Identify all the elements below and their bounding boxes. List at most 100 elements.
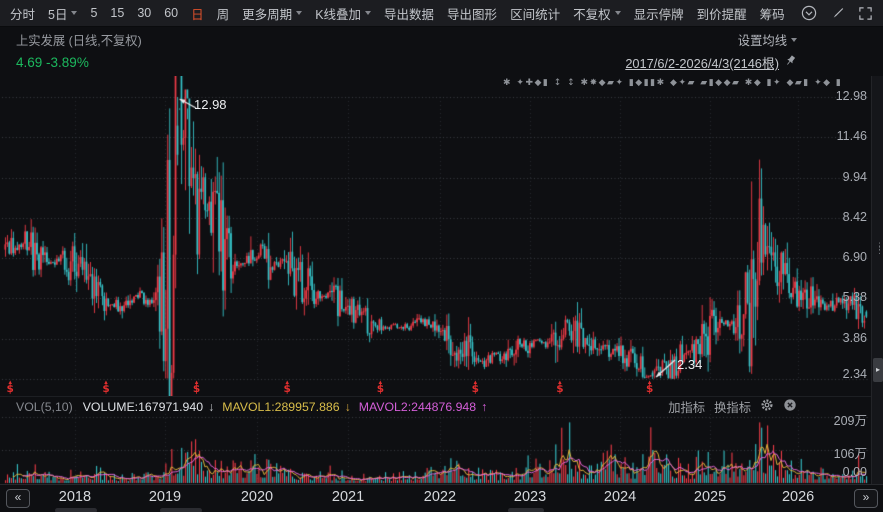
dividend-marker[interactable]: ▲$ xyxy=(643,381,657,394)
indicator-name: VOL(5,10) xyxy=(16,400,73,414)
price-change: 4.69 -3.89% xyxy=(16,55,89,70)
scroll-right-button[interactable]: » xyxy=(854,489,878,508)
price-axis-label: 12.98 xyxy=(836,89,867,103)
pin-icon[interactable] xyxy=(784,54,797,72)
scrollbar-thumb[interactable]: ▸ xyxy=(873,358,883,382)
close-circle-icon[interactable] xyxy=(783,398,797,415)
dividend-marker[interactable]: ▲$ xyxy=(280,381,294,394)
fullscreen-icon[interactable] xyxy=(858,6,873,21)
right-scrollbar[interactable]: ⋮⋮ ▸ xyxy=(871,76,883,484)
brush-icon[interactable] xyxy=(830,6,845,21)
last-price: 4.69 xyxy=(16,55,42,70)
cutoff-tab-stub xyxy=(55,508,97,512)
scroll-left-button[interactable]: « xyxy=(6,489,30,508)
chevron-down-icon xyxy=(71,11,77,15)
toolbar-item-导出数据[interactable]: 导出数据 xyxy=(384,4,434,23)
toolbar-icons xyxy=(801,5,873,21)
toolbar-item-60[interactable]: 60 xyxy=(164,6,178,20)
dividend-marker[interactable]: ▲$ xyxy=(373,381,387,394)
year-label: 2023 xyxy=(514,489,546,505)
dollar-icon: $ xyxy=(3,385,17,394)
chevron-down-icon xyxy=(791,38,797,42)
symbol-title: 上实发展 (日线,不复权) xyxy=(16,31,142,49)
toolbar-item-5日[interactable]: 5日 xyxy=(48,4,77,23)
change-percent: -3.89% xyxy=(46,55,89,70)
circle-chevron-down-icon[interactable] xyxy=(801,5,817,21)
info-row-title: 上实发展 (日线,不复权) 设置均线 xyxy=(16,31,797,49)
price-axis-label: 8.42 xyxy=(843,210,867,224)
toolbar-item-到价提醒[interactable]: 到价提醒 xyxy=(697,4,747,23)
toolbar-item-更多周期[interactable]: 更多周期 xyxy=(242,4,302,23)
year-label: 2021 xyxy=(332,489,364,505)
chevron-down-icon xyxy=(296,11,302,15)
mavol1-down-arrow: ↓ xyxy=(345,400,351,414)
chevron-down-icon xyxy=(365,11,371,15)
dollar-icon: $ xyxy=(643,385,657,394)
volume-chart-canvas[interactable] xyxy=(0,408,883,484)
dollar-icon: $ xyxy=(373,385,387,394)
date-range-link[interactable]: 2017/6/2-2026/4/3(2146根) xyxy=(625,53,779,72)
dividend-marker[interactable]: ▲$ xyxy=(99,381,113,394)
toolbar-item-显示停牌[interactable]: 显示停牌 xyxy=(634,4,684,23)
ma-settings-label: 设置均线 xyxy=(738,31,787,49)
toolbar-item-日[interactable]: 日 xyxy=(191,4,204,23)
toolbar-item-区间统计[interactable]: 区间统计 xyxy=(510,4,560,23)
chevron-down-icon xyxy=(615,11,621,15)
dividend-marker[interactable]: ▲$ xyxy=(468,381,482,394)
volume-down-arrow: ↓ xyxy=(208,400,214,414)
cutoff-tab-stub xyxy=(160,508,202,512)
dollar-icon: $ xyxy=(99,385,113,394)
toolbar-items: 分时 5日 5 15 30 60 日周更多周期 K线叠加导出数据导出图形区间统计不复权显示停牌… xyxy=(10,4,785,23)
price-axis-label: 2.34 xyxy=(843,367,867,381)
volume-axis-label: 0.00 xyxy=(843,465,867,479)
switch-indicator-button[interactable]: 换指标 xyxy=(714,398,751,416)
dollar-icon: $ xyxy=(468,385,482,394)
toolbar-item-K线叠加[interactable]: K线叠加 xyxy=(315,4,371,23)
year-label: 2022 xyxy=(424,489,456,505)
toolbar-item-30[interactable]: 30 xyxy=(137,6,151,20)
year-label: 2018 xyxy=(59,489,91,505)
info-row-price: 4.69 -3.89% 2017/6/2-2026/4/3(2146根) xyxy=(16,53,797,72)
scrollbar-grip-icon[interactable]: ⋮⋮ xyxy=(875,244,883,252)
toolbar-item-周[interactable]: 周 xyxy=(217,4,230,23)
date-range-wrap: 2017/6/2-2026/4/3(2146根) xyxy=(625,53,797,72)
toolbar-item-分时[interactable]: 分时 xyxy=(10,4,35,23)
toolbar-item-不复权[interactable]: 不复权 xyxy=(573,4,621,23)
volume-header: VOL(5,10) VOLUME:167971.940 ↓ MAVOL1:289… xyxy=(16,398,797,415)
dollar-icon: $ xyxy=(280,385,294,394)
price-axis-label: 6.90 xyxy=(843,250,867,264)
high-annotation: 12.98 xyxy=(194,97,227,112)
gear-icon[interactable] xyxy=(760,398,774,415)
year-label: 2024 xyxy=(604,489,636,505)
dividend-marker[interactable]: ▲$ xyxy=(190,381,204,394)
event-markers-row[interactable]: ✱ ✦✚◆▮ ↕ ↕ ✱✸◆▰✦ ▮◆▮▮✱ ◆✦▰ ▰▮◆◆▰ ✱◆ ▮✦ ◆… xyxy=(503,78,871,88)
volume-value: VOLUME:167971.940 xyxy=(83,400,203,414)
thumb-arrow-icon: ▸ xyxy=(876,365,880,374)
volume-header-actions: 加指标 换指标 xyxy=(668,398,797,416)
year-label: 2026 xyxy=(782,489,814,505)
mavol1-value: MAVOL1:289957.886 xyxy=(222,400,339,414)
add-indicator-button[interactable]: 加指标 xyxy=(668,398,705,416)
toolbar-item-筹码[interactable]: 筹码 xyxy=(760,4,785,23)
dollar-icon: $ xyxy=(190,385,204,394)
volume-axis-label: 106万 xyxy=(834,443,867,462)
price-axis-label: 3.86 xyxy=(843,331,867,345)
ma-settings-dropdown[interactable]: 设置均线 xyxy=(738,31,797,49)
year-label: 2020 xyxy=(241,489,273,505)
year-label: 2019 xyxy=(149,489,181,505)
mavol2-value: MAVOL2:244876.948 xyxy=(359,400,476,414)
price-axis-label: 5.38 xyxy=(843,290,867,304)
x-axis-bar: « » 2018 2019 2020 2021 2022 2023 2024 2025 2026 xyxy=(0,485,883,512)
volume-axis-label: 209万 xyxy=(834,410,867,429)
low-annotation: 2.34 xyxy=(677,357,702,372)
year-label: 2025 xyxy=(694,489,726,505)
dividend-marker[interactable]: ▲$ xyxy=(553,381,567,394)
mavol2-up-arrow: ↑ xyxy=(481,400,487,414)
toolbar-item-15[interactable]: 15 xyxy=(110,6,124,20)
toolbar-item-5[interactable]: 5 xyxy=(90,6,97,20)
toolbar-item-导出图形[interactable]: 导出图形 xyxy=(447,4,497,23)
price-axis-label: 11.46 xyxy=(837,129,867,143)
main-chart-canvas[interactable] xyxy=(0,76,883,396)
dividend-marker[interactable]: ▲$ xyxy=(3,381,17,394)
cutoff-tab-stub xyxy=(508,508,544,512)
